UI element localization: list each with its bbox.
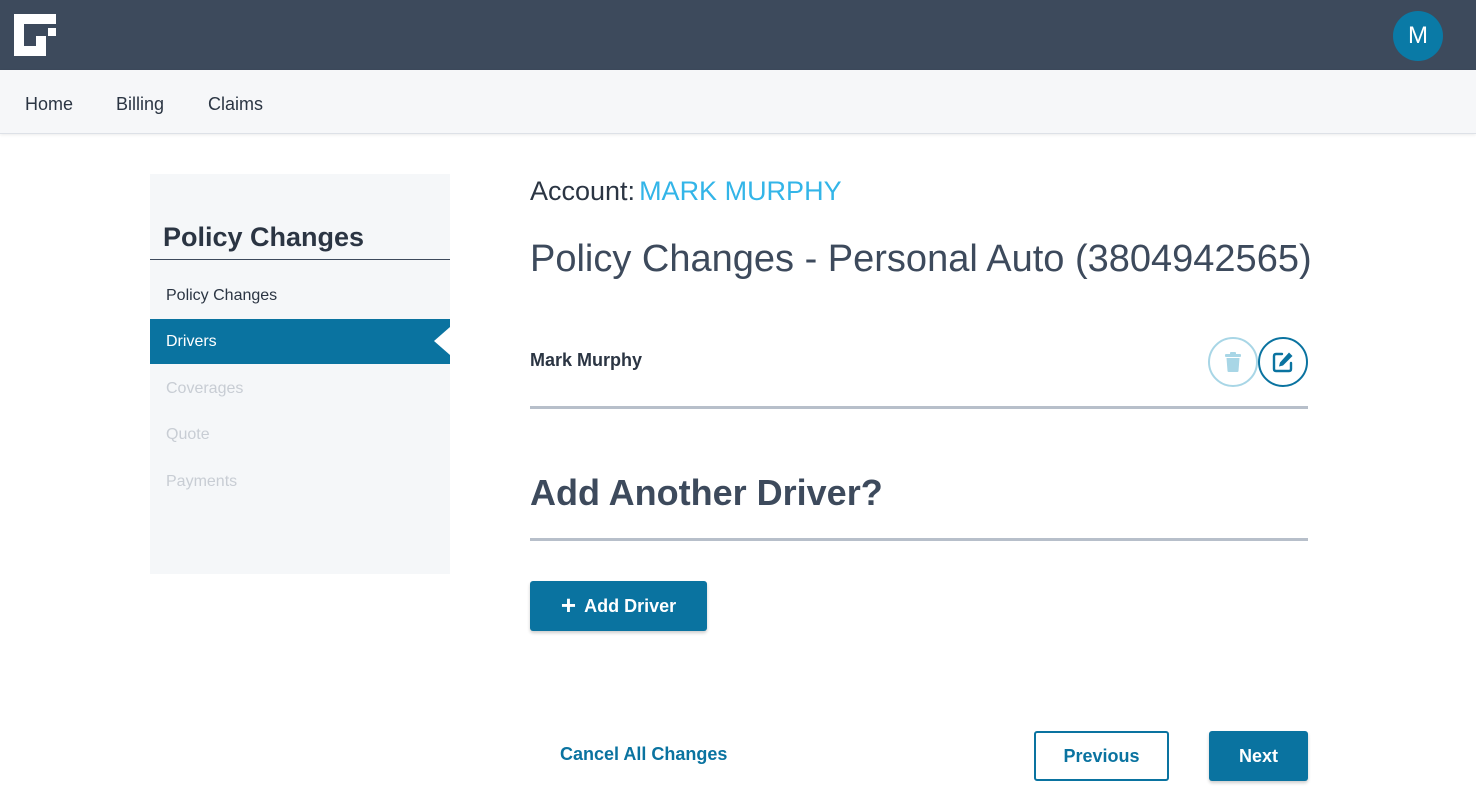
add-driver-heading: Add Another Driver? [530, 472, 883, 513]
edit-icon [1272, 352, 1293, 373]
wizard-sidebar: Policy Changes Policy Changes Drivers Co… [150, 174, 450, 574]
sidebar-item-policy-changes[interactable]: Policy Changes [150, 273, 450, 318]
account-name-link[interactable]: MARK MURPHY [639, 176, 842, 206]
nav-billing[interactable]: Billing [116, 70, 164, 134]
driver-name: Mark Murphy [530, 350, 643, 370]
sidebar-item-label: Drivers [166, 333, 217, 350]
page-title: Policy Changes - Personal Auto (38049425… [530, 238, 1312, 280]
trash-icon [1225, 352, 1241, 372]
sidebar-item-payments: Payments [166, 473, 238, 490]
user-avatar[interactable]: M [1393, 11, 1443, 61]
delete-driver-button[interactable] [1208, 337, 1258, 387]
account-label: Account: [530, 176, 636, 206]
nav-claims[interactable]: Claims [208, 70, 263, 134]
top-header: M [0, 0, 1476, 70]
add-driver-label: Add Driver [584, 595, 677, 616]
sidebar-divider [150, 259, 450, 260]
sidebar-item-quote: Quote [166, 426, 210, 443]
account-line: Account: MARK MURPHY [530, 176, 842, 207]
guidewire-logo-icon[interactable] [14, 14, 56, 56]
section-divider [530, 538, 1308, 541]
sidebar-item-coverages: Coverages [166, 380, 244, 397]
add-driver-button[interactable]: + Add Driver [530, 581, 707, 631]
previous-button[interactable]: Previous [1034, 731, 1169, 781]
active-indicator [434, 327, 450, 355]
edit-driver-button[interactable] [1258, 337, 1308, 387]
sidebar-item-drivers[interactable]: Drivers [150, 319, 450, 364]
nav-home[interactable]: Home [25, 70, 73, 134]
driver-divider [530, 406, 1308, 409]
next-button[interactable]: Next [1209, 731, 1308, 781]
cancel-all-changes-link[interactable]: Cancel All Changes [560, 744, 727, 765]
main-nav: Home Billing Claims [0, 70, 1476, 134]
sidebar-title: Policy Changes [163, 222, 365, 252]
plus-icon: + [560, 589, 577, 620]
